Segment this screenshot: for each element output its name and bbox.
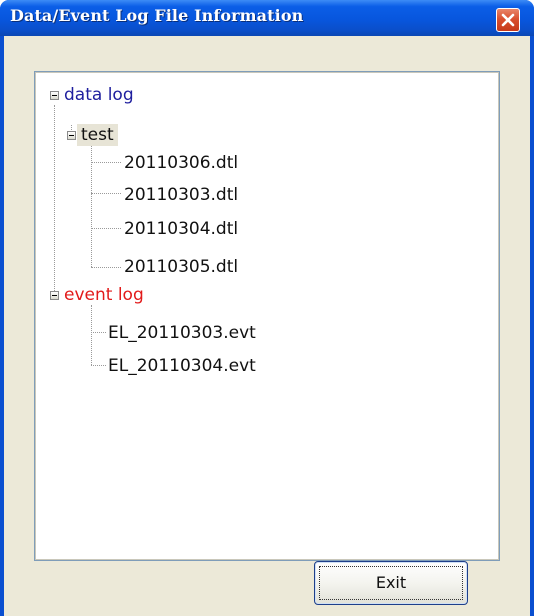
tree-file-20110304-dtl[interactable]: 20110304.dtl	[124, 218, 238, 240]
tree-node-test[interactable]: test	[77, 124, 118, 146]
close-icon	[501, 13, 515, 27]
tree-file-el-20110303-evt[interactable]: EL_20110303.evt	[108, 322, 256, 344]
window-title: Data/Event Log File Information	[10, 6, 304, 25]
tree-file-20110306-dtl[interactable]: 20110306.dtl	[124, 152, 238, 174]
tree-node-event-log[interactable]: event log	[64, 284, 144, 306]
tree-file-20110303-dtl[interactable]: 20110303.dtl	[124, 184, 238, 206]
test-collapse-toggle[interactable]	[67, 131, 76, 140]
dialog-window: Data/Event Log File Information data log…	[0, 0, 534, 616]
file-tree-view[interactable]: data log test 20110306.dtl 20110303.dtl …	[34, 71, 500, 561]
tree-file-el-20110304-evt[interactable]: EL_20110304.evt	[108, 355, 256, 377]
title-bar[interactable]: Data/Event Log File Information	[0, 0, 534, 36]
exit-button[interactable]: Exit	[314, 561, 468, 605]
event-log-collapse-toggle[interactable]	[50, 291, 59, 300]
dialog-client-area: data log test 20110306.dtl 20110303.dtl …	[4, 36, 530, 616]
tree-node-data-log[interactable]: data log	[64, 84, 134, 106]
exit-button-label: Exit	[375, 573, 407, 592]
tree-file-20110305-dtl[interactable]: 20110305.dtl	[124, 256, 238, 278]
close-button[interactable]	[496, 8, 520, 32]
data-log-collapse-toggle[interactable]	[50, 91, 59, 100]
